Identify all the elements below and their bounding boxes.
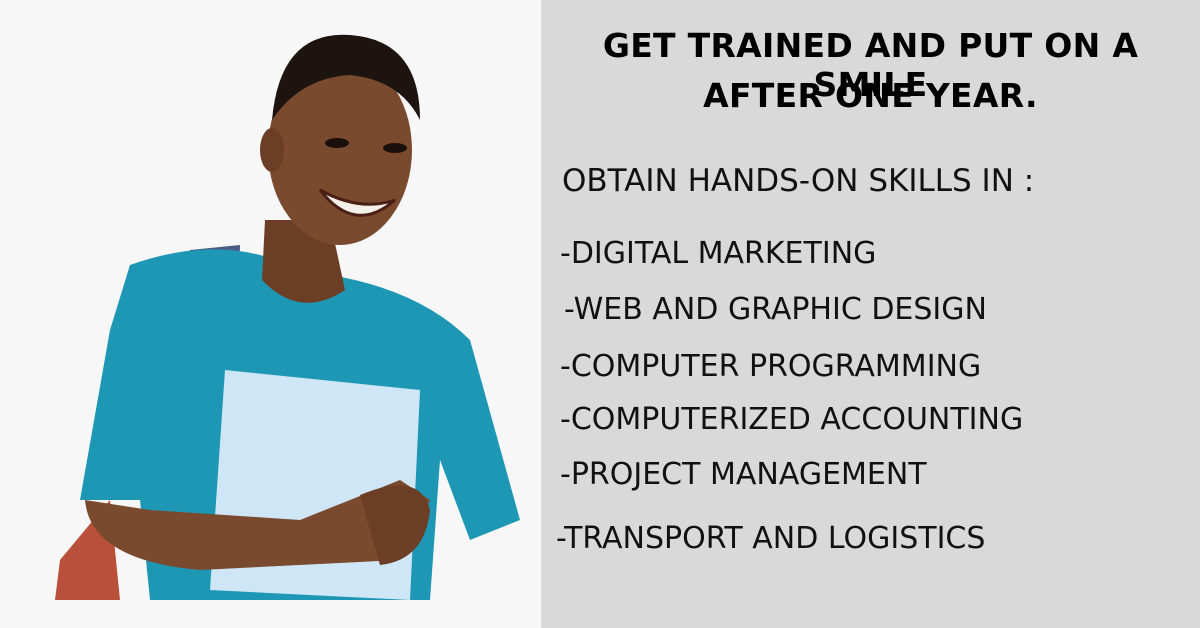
headline-line2: AFTER ONE YEAR. <box>703 76 1038 115</box>
ear <box>260 128 284 172</box>
skill-item: -COMPUTERIZED ACCOUNTING <box>560 402 1024 437</box>
student-photo <box>55 34 520 600</box>
skill-item: -COMPUTER PROGRAMMING <box>560 349 982 384</box>
skills-intro: OBTAIN HANDS-ON SKILLS IN : <box>562 163 1035 199</box>
eye-left <box>325 138 349 148</box>
skill-item: -DIGITAL MARKETING <box>560 236 877 271</box>
skill-item: -TRANSPORT AND LOGISTICS <box>556 521 986 556</box>
skill-item: -PROJECT MANAGEMENT <box>560 457 927 492</box>
eye-right <box>383 143 407 153</box>
info-panel: GET TRAINED AND PUT ON A SMILE AFTER ONE… <box>541 0 1200 628</box>
skill-item: -WEB AND GRAPHIC DESIGN <box>564 292 987 327</box>
